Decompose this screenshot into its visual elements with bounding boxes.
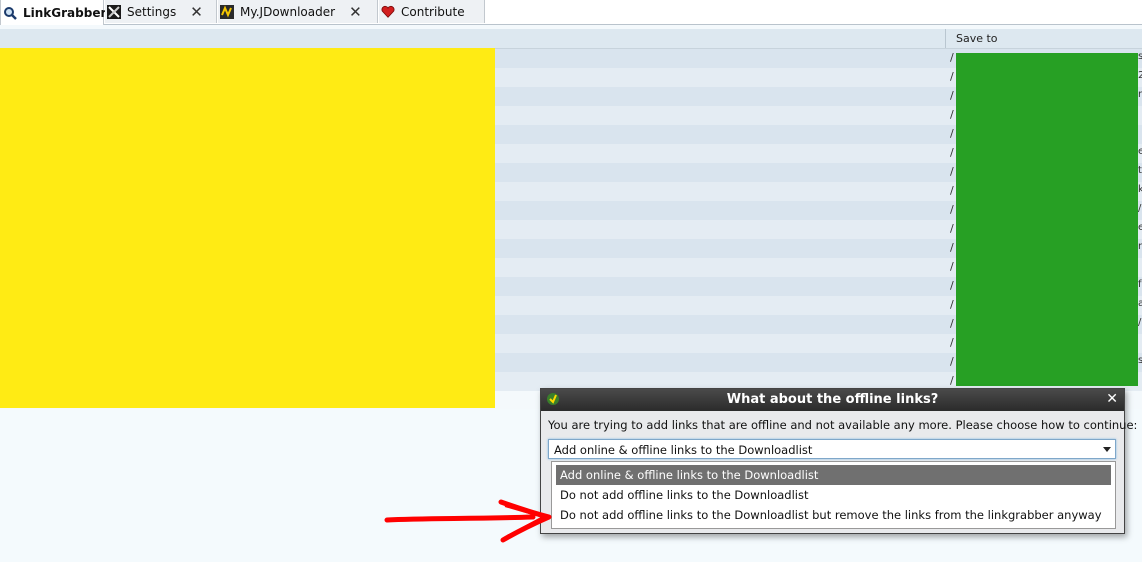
save-to-cell: / xyxy=(950,70,954,83)
offline-action-select[interactable]: Add online & offline links to the Downlo… xyxy=(548,439,1116,459)
chevron-down-icon[interactable] xyxy=(1103,447,1111,452)
tab-label: Settings xyxy=(127,4,177,19)
save-to-cell: / xyxy=(950,89,954,102)
truncated-cell-text: a xyxy=(1138,298,1142,309)
magnifier-icon xyxy=(3,6,17,20)
jdownloader-icon xyxy=(220,4,234,19)
save-to-cell: / xyxy=(950,146,954,159)
truncated-cell-text: 2 xyxy=(1138,70,1142,81)
save-to-cell: / xyxy=(950,336,954,349)
truncated-cell-text: s xyxy=(1138,355,1142,366)
save-to-cell: / xyxy=(950,203,954,216)
close-tab-icon[interactable]: ✕ xyxy=(349,3,362,21)
tab-linkgrabber[interactable]: LinkGrabber xyxy=(0,0,107,25)
option-add-online-offline[interactable]: Add online & offline links to the Downlo… xyxy=(556,465,1111,485)
truncated-cell-text: e xyxy=(1138,222,1142,233)
save-to-cell: / xyxy=(950,108,954,121)
save-to-cell: / xyxy=(950,127,954,140)
truncated-cell-text: / xyxy=(1138,203,1142,214)
dialog-titlebar[interactable]: What about the offline links? ✕ xyxy=(541,389,1124,411)
option-do-not-add-offline[interactable]: Do not add offline links to the Download… xyxy=(556,485,1111,505)
offline-links-dialog: What about the offline links? ✕ You are … xyxy=(540,388,1137,534)
close-icon[interactable]: ✕ xyxy=(1106,391,1118,407)
save-to-cell: / xyxy=(950,355,954,368)
truncated-cell-text: f xyxy=(1138,279,1142,290)
option-do-not-add-and-remove[interactable]: Do not add offline links to the Download… xyxy=(556,505,1111,525)
save-to-cell: / xyxy=(950,241,954,254)
dropdown-list: Add online & offline links to the Downlo… xyxy=(551,461,1116,529)
tab-label: My.JDownloader xyxy=(240,4,336,19)
dialog-title: What about the offline links? xyxy=(726,392,939,407)
tab-myjdownloader[interactable]: My.JDownloader ✕ xyxy=(218,0,378,23)
table-header: Save to xyxy=(0,29,1142,49)
save-to-cell: / xyxy=(950,184,954,197)
save-to-cell: / xyxy=(950,279,954,292)
redacted-region xyxy=(956,53,1138,386)
column-separator[interactable] xyxy=(945,29,946,48)
truncated-cell-text: s xyxy=(1138,51,1142,62)
save-to-cell: / xyxy=(950,260,954,273)
save-to-cell: / xyxy=(950,298,954,311)
truncated-cell-text: / xyxy=(1138,317,1142,328)
redacted-region xyxy=(0,48,495,408)
truncated-cell-text: t xyxy=(1138,165,1142,176)
tab-settings[interactable]: Settings ✕ xyxy=(105,0,217,23)
tab-label: Contribute xyxy=(401,4,465,19)
tools-icon xyxy=(107,4,121,19)
tab-bar: LinkGrabber Settings ✕ My.JDownloader ✕ … xyxy=(0,0,1142,25)
truncated-cell-text: n xyxy=(1138,241,1142,252)
dialog-message: You are trying to add links that are off… xyxy=(548,418,1138,432)
tab-contribute[interactable]: Contribute xyxy=(379,0,485,23)
truncated-cell-text: e xyxy=(1138,146,1142,157)
save-to-cell: / xyxy=(950,374,954,387)
truncated-cell-text: r xyxy=(1138,89,1142,100)
column-header-save-to[interactable]: Save to xyxy=(956,32,998,45)
tab-label: LinkGrabber xyxy=(23,5,107,20)
close-tab-icon[interactable]: ✕ xyxy=(190,3,203,21)
save-to-cell: / xyxy=(950,51,954,64)
red-arrow-annotation xyxy=(384,499,552,543)
heart-icon xyxy=(381,5,395,19)
select-value: Add online & offline links to the Downlo… xyxy=(554,443,813,457)
save-to-cell: / xyxy=(950,165,954,178)
truncated-cell-text: k xyxy=(1138,184,1142,195)
save-to-cell: / xyxy=(950,317,954,330)
save-to-cell: / xyxy=(950,222,954,235)
